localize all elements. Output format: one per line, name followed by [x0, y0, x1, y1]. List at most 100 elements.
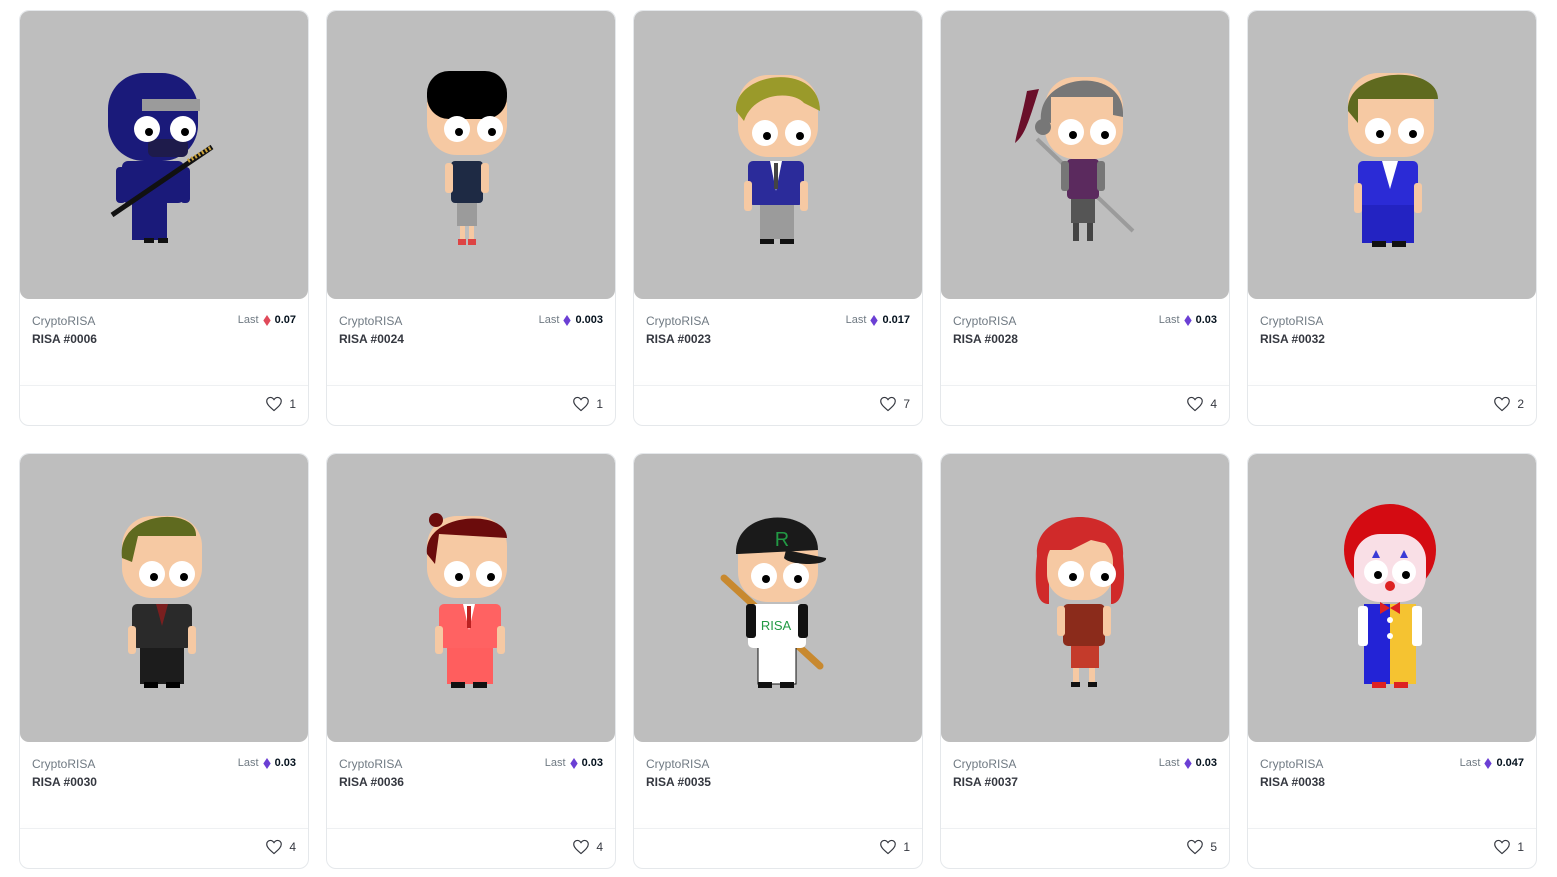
nft-card[interactable]: CryptoRISA RISA #0032 2 [1247, 10, 1537, 426]
nft-name[interactable]: RISA #0023 [646, 332, 711, 346]
favorite-button[interactable]: 1 [879, 839, 910, 855]
last-price: 0.047 [1496, 757, 1524, 769]
nft-image[interactable] [941, 454, 1229, 742]
like-count: 4 [596, 840, 603, 854]
favorite-button[interactable]: 1 [1493, 839, 1524, 855]
nft-image[interactable]: RISA R [634, 454, 922, 742]
heart-icon[interactable] [879, 396, 897, 412]
card-divider [327, 385, 615, 386]
collection-name[interactable]: CryptoRISA [32, 757, 95, 771]
last-sale: Last 0.03 [1159, 757, 1217, 769]
collection-name[interactable]: CryptoRISA [953, 314, 1016, 328]
nft-image[interactable] [20, 454, 308, 742]
card-divider [634, 385, 922, 386]
heart-icon[interactable] [879, 839, 897, 855]
card-divider [1248, 828, 1536, 829]
nft-image[interactable] [1248, 11, 1536, 299]
collection-name[interactable]: CryptoRISA [339, 314, 402, 328]
last-label: Last [544, 757, 566, 769]
heart-icon[interactable] [1186, 839, 1204, 855]
eth-icon [1183, 757, 1192, 769]
redhead-character-illustration [1035, 517, 1125, 687]
nft-image[interactable] [327, 11, 615, 299]
nft-card[interactable]: CryptoRISA RISA #0030 Last 0.03 4 [19, 453, 309, 869]
nft-name[interactable]: RISA #0024 [339, 332, 404, 346]
heart-icon[interactable] [1493, 839, 1511, 855]
last-price: 0.03 [581, 757, 603, 769]
favorite-button[interactable]: 5 [1186, 839, 1217, 855]
nft-card[interactable]: CryptoRISA RISA #0006 Last 0.07 1 [19, 10, 309, 426]
last-label: Last [237, 314, 259, 326]
nft-name[interactable]: RISA #0036 [339, 775, 404, 789]
card-divider [941, 385, 1229, 386]
ninja-character-illustration [108, 73, 214, 243]
jersey-text: RISA [761, 618, 792, 633]
collection-name[interactable]: CryptoRISA [1260, 314, 1323, 328]
last-price: 0.07 [274, 314, 296, 326]
like-count: 4 [289, 840, 296, 854]
nft-image[interactable] [634, 11, 922, 299]
knight-character-illustration [1015, 77, 1135, 241]
nft-image[interactable] [20, 11, 308, 299]
heart-icon[interactable] [265, 396, 283, 412]
red-suit-character-illustration [426, 513, 507, 688]
eth-icon [262, 757, 271, 769]
collection-name[interactable]: CryptoRISA [1260, 757, 1323, 771]
nft-card[interactable]: CryptoRISA RISA #0036 Last 0.03 4 [326, 453, 616, 869]
nft-card[interactable]: RISA R CryptoRISA RISA #0035 1 [633, 453, 923, 869]
collection-name[interactable]: CryptoRISA [339, 757, 402, 771]
last-price: 0.017 [882, 314, 910, 326]
nft-card[interactable]: CryptoRISA RISA #0038 Last 0.047 1 [1247, 453, 1537, 869]
heart-icon[interactable] [1493, 396, 1511, 412]
heart-icon[interactable] [265, 839, 283, 855]
like-count: 1 [1517, 840, 1524, 854]
blonde-suit-character-illustration [735, 75, 820, 244]
heart-icon[interactable] [572, 839, 590, 855]
nft-image[interactable] [941, 11, 1229, 299]
nft-card[interactable]: CryptoRISA RISA #0037 Last 0.03 5 [940, 453, 1230, 869]
nft-name[interactable]: RISA #0035 [646, 775, 711, 789]
nft-image[interactable] [327, 454, 615, 742]
eth-icon [870, 314, 879, 326]
last-label: Last [1158, 757, 1180, 769]
favorite-button[interactable]: 4 [1186, 396, 1217, 412]
eth-red-icon [262, 314, 271, 326]
favorite-button[interactable]: 4 [265, 839, 296, 855]
like-count: 1 [289, 397, 296, 411]
last-price: 0.03 [1195, 757, 1217, 769]
last-price: 0.03 [274, 757, 296, 769]
cap-letter: R [775, 529, 789, 551]
collection-name[interactable]: CryptoRISA [953, 757, 1016, 771]
nft-name[interactable]: RISA #0030 [32, 775, 97, 789]
nft-card[interactable]: CryptoRISA RISA #0028 Last 0.03 4 [940, 10, 1230, 426]
eth-icon [1484, 757, 1493, 769]
nft-card[interactable]: CryptoRISA RISA #0024 Last 0.003 1 [326, 10, 616, 426]
last-label: Last [538, 314, 560, 326]
nft-name[interactable]: RISA #0037 [953, 775, 1018, 789]
heart-icon[interactable] [1186, 396, 1204, 412]
last-sale: Last 0.03 [545, 757, 603, 769]
nft-name[interactable]: RISA #0032 [1260, 332, 1325, 346]
nft-image[interactable] [1248, 454, 1536, 742]
last-sale: Last 0.047 [1460, 757, 1524, 769]
nft-name[interactable]: RISA #0006 [32, 332, 97, 346]
nft-name[interactable]: RISA #0028 [953, 332, 1018, 346]
heart-icon[interactable] [572, 396, 590, 412]
last-sale: Last 0.003 [539, 314, 603, 326]
favorite-button[interactable]: 2 [1493, 396, 1524, 412]
card-divider [327, 828, 615, 829]
like-count: 2 [1517, 397, 1524, 411]
favorite-button[interactable]: 4 [572, 839, 603, 855]
last-sale: Last 0.07 [238, 314, 296, 326]
collection-name[interactable]: CryptoRISA [646, 314, 709, 328]
favorite-button[interactable]: 1 [572, 396, 603, 412]
casual-character-illustration [427, 71, 507, 245]
collection-name[interactable]: CryptoRISA [646, 757, 709, 771]
nft-name[interactable]: RISA #0038 [1260, 775, 1325, 789]
like-count: 7 [903, 397, 910, 411]
favorite-button[interactable]: 1 [265, 396, 296, 412]
last-label: Last [237, 757, 259, 769]
collection-name[interactable]: CryptoRISA [32, 314, 95, 328]
nft-card[interactable]: CryptoRISA RISA #0023 Last 0.017 7 [633, 10, 923, 426]
favorite-button[interactable]: 7 [879, 396, 910, 412]
